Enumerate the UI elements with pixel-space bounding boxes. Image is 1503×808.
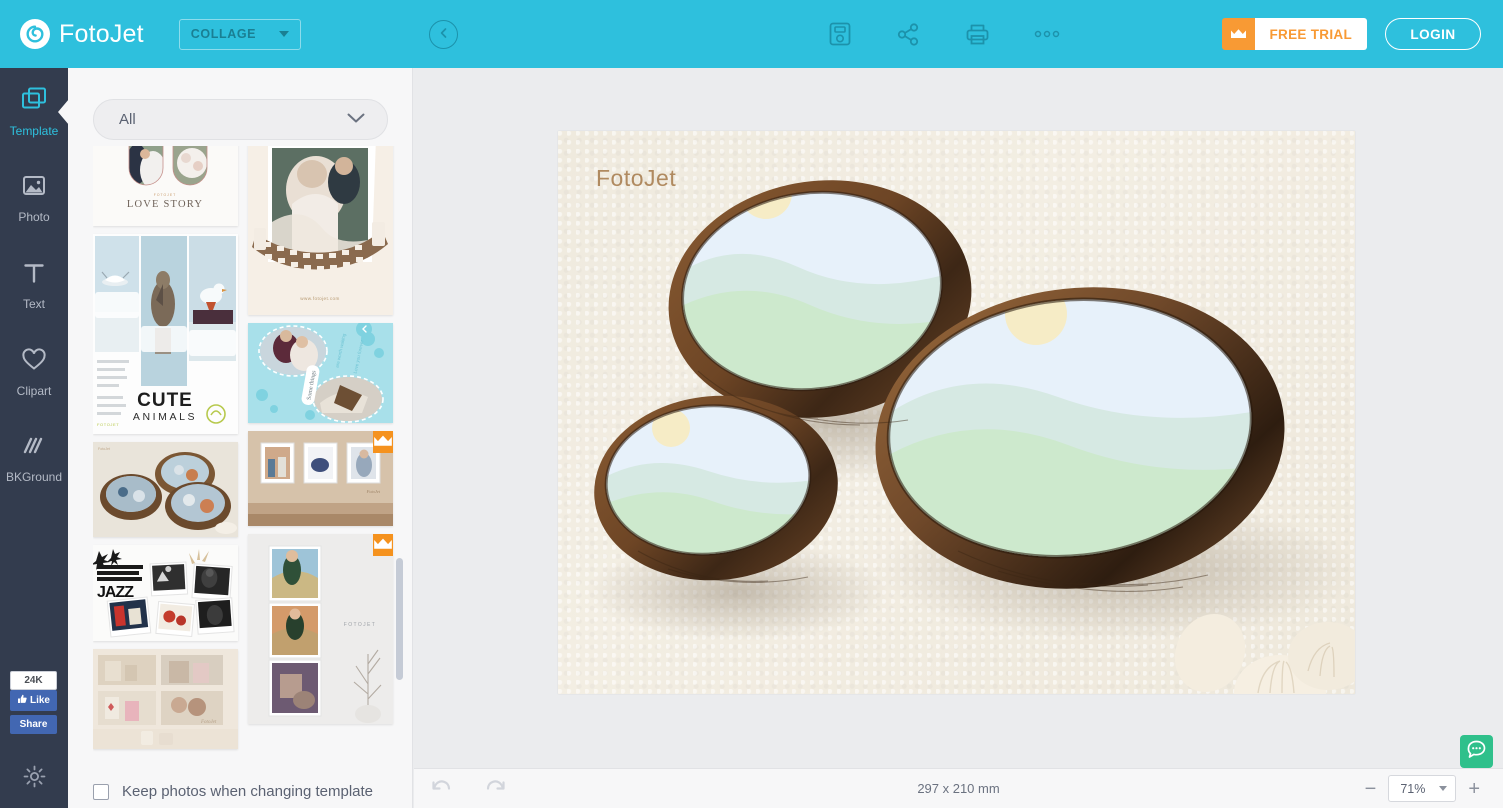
left-rail: Template Photo Text Clipart BKGround 24K… [0, 68, 68, 808]
free-trial-label: FREE TRIAL [1254, 18, 1367, 50]
keep-photos-label: Keep photos when changing template [122, 783, 374, 800]
template-grid: FOTOJET LOVE STORY FOTOJET CUTE ANIMALS … [93, 146, 395, 749]
photo-icon [21, 174, 47, 203]
template-grid-viewport[interactable]: FOTOJET LOVE STORY FOTOJET CUTE ANIMALS … [93, 146, 403, 808]
zoom-controls: − 71% + [1365, 775, 1480, 802]
chat-support-button[interactable] [1460, 735, 1493, 768]
template-thumb-coconut-beach-collage[interactable]: FotoJet [93, 442, 238, 537]
heart-clipart-icon [21, 347, 47, 377]
premium-crown-icon [373, 534, 393, 556]
svg-text:CUTE: CUTE [137, 390, 193, 411]
template-thumb-shelf-kids-collage[interactable]: FotoJet [93, 649, 238, 749]
sidebar-item-text[interactable]: Text [0, 242, 68, 329]
svg-text:FOTOJET: FOTOJET [154, 193, 176, 197]
svg-text:FotoJet: FotoJet [200, 720, 217, 725]
template-panel: All FOTOJET LOVE STORY FOTOJET CUTE ANIM… [68, 68, 413, 808]
mode-select-collage[interactable]: COLLAGE [178, 18, 301, 50]
premium-crown-icon [373, 431, 393, 453]
template-thumb-filmstrip-wedding[interactable]: www.fotojet.com [248, 146, 393, 315]
canvas-size-label: 297 x 210 mm [917, 781, 1000, 796]
keep-photos-checkbox-row[interactable]: Keep photos when changing template [93, 783, 373, 800]
template-scrollbar-thumb[interactable] [396, 558, 403, 680]
sidebar-item-template[interactable]: Template [0, 68, 68, 155]
facebook-like-count: 24K [10, 671, 57, 690]
chevron-left-icon [438, 26, 450, 44]
sidebar-item-label: Photo [18, 209, 50, 224]
sidebar-item-label: Template [9, 123, 59, 138]
svg-text:ANIMALS: ANIMALS [133, 411, 197, 423]
print-icon[interactable] [965, 22, 990, 47]
zoom-level-value: 71% [1400, 781, 1426, 796]
login-label: LOGIN [1410, 26, 1456, 42]
crown-icon [1221, 18, 1255, 50]
bottom-toolbar: 297 x 210 mm − 71% + [414, 768, 1503, 808]
canvas-stage[interactable]: FotoJet [414, 68, 1503, 768]
zoom-level-select[interactable]: 71% [1388, 775, 1457, 802]
caret-down-icon [278, 31, 289, 37]
header-account-actions: FREE TRIAL LOGIN [1221, 0, 1481, 68]
design-canvas[interactable]: FotoJet [558, 131, 1355, 694]
fotojet-editor: FotoJet COLLAGE FREE TRIAL LOGIN Templat… [0, 0, 1503, 808]
coconut-collage-artwork[interactable] [558, 131, 1355, 694]
facebook-share-label: Share [19, 719, 48, 730]
sidebar-item-label: BKGround [5, 469, 63, 484]
app-header: FotoJet COLLAGE FREE TRIAL LOGIN [0, 0, 1503, 68]
free-trial-button[interactable]: FREE TRIAL [1221, 18, 1367, 50]
more-icon[interactable] [1034, 29, 1060, 39]
thumbs-up-icon [17, 694, 27, 707]
header-tools [828, 0, 1060, 68]
template-thumb-wall-frames-trio[interactable]: FotoJet [248, 431, 393, 526]
svg-text:FOTOJET: FOTOJET [97, 422, 119, 427]
brand[interactable]: FotoJet [20, 19, 144, 49]
svg-text:FotoJet: FotoJet [366, 489, 381, 494]
settings-button[interactable] [0, 764, 68, 794]
sidebar-item-label: Text [22, 296, 45, 311]
svg-text:LOVE STORY: LOVE STORY [127, 199, 203, 210]
mode-select-label: COLLAGE [190, 27, 257, 41]
brand-name: FotoJet [59, 19, 144, 48]
caret-down-icon [1439, 786, 1448, 791]
save-icon[interactable] [828, 21, 852, 47]
svg-text:FotoJet: FotoJet [98, 447, 110, 451]
template-category-value: All [119, 111, 136, 128]
template-thumb-jazz-polaroid-mood[interactable]: JAZZ [93, 545, 238, 641]
facebook-like-button[interactable]: Like [10, 690, 57, 711]
text-icon [22, 261, 46, 290]
fotojet-spiral-logo-icon [20, 19, 50, 49]
svg-text:FOTOJET: FOTOJET [344, 622, 377, 628]
panel-collapse-button[interactable] [429, 20, 458, 49]
login-button[interactable]: LOGIN [1385, 18, 1481, 50]
facebook-like-label: Like [29, 695, 50, 706]
chat-bubble-icon [1466, 739, 1487, 765]
template-thumb-vertical-strip-vase[interactable]: FOTOJET [248, 534, 393, 724]
sidebar-item-clipart[interactable]: Clipart [0, 329, 68, 416]
share-icon[interactable] [896, 22, 921, 47]
template-category-select[interactable]: All [93, 99, 388, 140]
facebook-like-widget: 24K Like Share [10, 671, 57, 734]
keep-photos-checkbox[interactable] [93, 783, 109, 800]
template-scrollbar-track[interactable] [396, 146, 403, 808]
background-icon [22, 436, 46, 463]
sidebar-item-photo[interactable]: Photo [0, 155, 68, 242]
plus-icon[interactable]: + [1468, 779, 1480, 799]
sidebar-item-label: Clipart [16, 383, 52, 398]
minus-icon[interactable]: − [1365, 779, 1377, 799]
template-thumb-cute-animals-birds[interactable]: FOTOJET CUTE ANIMALS [93, 234, 238, 434]
svg-text:www.fotojet.com: www.fotojet.com [300, 296, 339, 301]
template-thumb-blue-wedding-tags[interactable]: Some things are worth waiting Love you f… [248, 323, 393, 423]
chevron-down-icon [347, 111, 365, 129]
sidebar-item-bkground[interactable]: BKGround [0, 416, 68, 503]
facebook-share-button[interactable]: Share [10, 715, 57, 734]
template-thumb-love-story-hearts[interactable]: FOTOJET LOVE STORY [93, 146, 238, 226]
gear-icon [22, 764, 47, 794]
template-icon [20, 86, 48, 117]
